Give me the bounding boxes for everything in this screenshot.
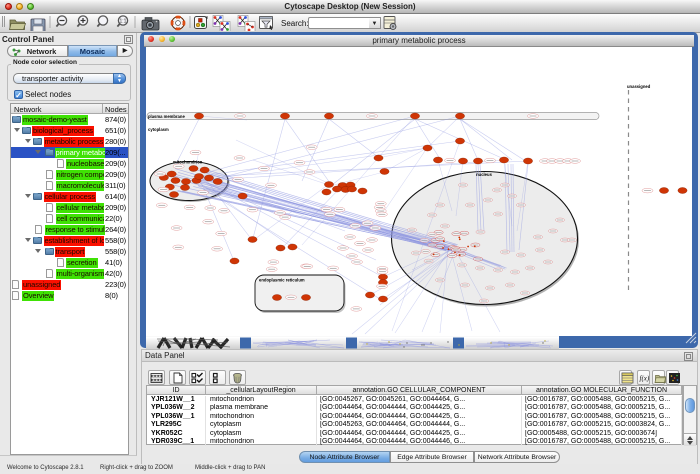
svg-text:f(x): f(x) bbox=[640, 375, 650, 383]
svg-text:cytoplasm: cytoplasm bbox=[148, 127, 169, 132]
svg-text:unassigned: unassigned bbox=[627, 84, 651, 89]
svg-text:mitochondrion: mitochondrion bbox=[173, 160, 203, 165]
svg-text:nucleus: nucleus bbox=[476, 172, 492, 177]
svg-text:endoplasmic reticulum: endoplasmic reticulum bbox=[259, 278, 305, 283]
svg-text:plasma membrane: plasma membrane bbox=[148, 114, 185, 119]
svg-text:1:1: 1:1 bbox=[120, 19, 127, 25]
